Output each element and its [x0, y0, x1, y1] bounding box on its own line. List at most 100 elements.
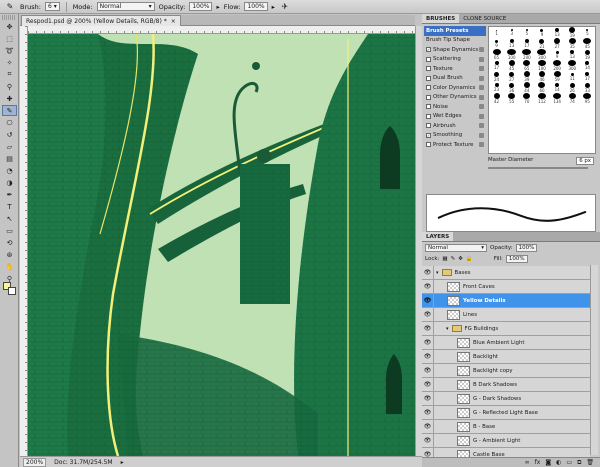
brush-preset[interactable]: 100 — [504, 49, 519, 60]
lock-icon[interactable] — [479, 47, 484, 53]
brush-preset[interactable]: 13 — [550, 27, 565, 38]
brush-preset[interactable]: 74 — [565, 93, 580, 104]
brush-preset[interactable]: 14 — [550, 82, 565, 93]
adjustment-layer-icon[interactable]: ◐ — [556, 459, 561, 466]
layer-row[interactable]: 👁 ▾ FG Buildings — [422, 321, 590, 336]
lock-icon[interactable] — [479, 75, 484, 81]
eye-icon[interactable]: 👁 — [422, 349, 434, 364]
lock-pixels-icon[interactable]: ✎ — [451, 256, 456, 262]
brush-preset[interactable]: 65 — [489, 49, 504, 60]
lock-icon[interactable] — [479, 66, 484, 72]
delete-layer-icon[interactable]: 🗑 — [586, 459, 594, 466]
brush-preset[interactable]: 1 — [489, 27, 504, 38]
brush-preset[interactable]: 23 — [489, 82, 504, 93]
flow-dropdown-icon[interactable]: ▸ — [272, 3, 275, 11]
new-layer-icon[interactable]: ⧉ — [577, 459, 581, 467]
blur-tool-icon[interactable]: ◔ — [2, 165, 17, 176]
type-tool-icon[interactable]: T — [2, 201, 17, 212]
gradient-tool-icon[interactable]: ▤ — [2, 153, 17, 164]
brush-preset[interactable]: 65 — [519, 60, 534, 71]
layer-row[interactable]: 👁 G - Dark Shadows — [422, 391, 590, 406]
lock-all-icon[interactable]: 🔒 — [466, 256, 473, 262]
lock-position-icon[interactable]: ✥ — [458, 256, 463, 262]
brush-preset[interactable]: 95 — [580, 93, 595, 104]
lock-icon[interactable] — [479, 56, 484, 62]
brush-preset[interactable]: 14 — [580, 60, 595, 71]
brush-preset[interactable]: 13 — [504, 38, 519, 49]
layer-row[interactable]: 👁 Backlight copy — [422, 363, 590, 378]
lock-icon[interactable] — [479, 132, 484, 138]
checkbox-icon[interactable] — [426, 142, 431, 148]
brush-preset[interactable]: 27 — [504, 71, 519, 82]
brush-preset[interactable]: 5 — [580, 27, 595, 38]
brush-setting-item[interactable]: Noise — [424, 102, 486, 112]
zoom-level[interactable]: 200% — [23, 457, 47, 467]
brush-preset[interactable]: 17 — [519, 38, 534, 49]
eye-icon[interactable]: 👁 — [422, 321, 434, 336]
brush-preset[interactable]: 19 — [565, 27, 580, 38]
lock-icon[interactable] — [479, 123, 484, 129]
brush-preset[interactable]: 35 — [565, 38, 580, 49]
lock-transparency-icon[interactable]: ▦ — [442, 256, 447, 262]
checkbox-icon[interactable] — [426, 113, 431, 119]
brush-preset[interactable]: 13 — [565, 49, 580, 60]
eye-icon[interactable]: 👁 — [422, 363, 434, 378]
lock-icon[interactable] — [479, 104, 484, 110]
master-diameter-slider[interactable] — [488, 167, 588, 169]
layer-row[interactable]: 👁 B Dark Shadows — [422, 377, 590, 392]
eye-icon[interactable]: 👁 — [422, 405, 434, 420]
eyedropper-tool-icon[interactable]: ⚲ — [2, 81, 17, 92]
checkbox-icon[interactable] — [426, 123, 431, 129]
checkbox-icon[interactable] — [426, 85, 431, 91]
brush-preset[interactable]: 46 — [534, 71, 549, 82]
layer-style-icon[interactable]: fx — [535, 459, 541, 466]
history-brush-tool-icon[interactable]: ↺ — [2, 129, 17, 140]
brush-setting-item[interactable]: Color Dynamics — [424, 83, 486, 93]
fill-field[interactable]: 100% — [505, 254, 528, 263]
background-color-swatch[interactable] — [8, 287, 16, 295]
brush-preset[interactable]: 9 — [534, 27, 549, 38]
vertical-ruler[interactable] — [20, 26, 28, 456]
group-expand-icon[interactable]: ▾ — [436, 270, 439, 276]
checkbox-icon[interactable] — [426, 104, 431, 110]
layer-row[interactable]: 👁 ▾ Bases — [422, 265, 590, 280]
brush-setting-item[interactable]: Dual Brush — [424, 74, 486, 84]
brush-preset[interactable]: 45 — [504, 60, 519, 71]
layer-row[interactable]: 👁 Backlight — [422, 349, 590, 364]
link-layers-icon[interactable]: ∞ — [525, 459, 530, 466]
layer-row[interactable]: 👁 Yellow Details — [422, 293, 590, 308]
brush-preset[interactable]: 112 — [534, 93, 549, 104]
brush-preset[interactable]: 300 — [565, 60, 580, 71]
document-tab[interactable]: Respod1.psd @ 200% (Yellow Details, RGB/… — [21, 15, 181, 26]
eye-icon[interactable]: 👁 — [422, 265, 434, 280]
eye-icon[interactable]: 👁 — [422, 279, 434, 294]
hand-tool-icon[interactable]: ✋ — [2, 261, 17, 272]
blend-mode-select[interactable]: Normal ▾ — [425, 243, 487, 252]
close-icon[interactable]: × — [171, 18, 176, 25]
new-group-icon[interactable]: ▭ — [566, 459, 572, 466]
eye-icon[interactable]: 👁 — [422, 377, 434, 392]
brush-preset[interactable]: 19 — [580, 49, 595, 60]
marquee-tool-icon[interactable]: ⬚ — [2, 33, 17, 44]
brush-preset[interactable]: 3 — [504, 27, 519, 38]
tab-brushes[interactable]: BRUSHES — [422, 14, 460, 23]
brush-preset[interactable]: 300 — [534, 49, 549, 60]
brush-preset[interactable]: 200 — [550, 60, 565, 71]
vertical-scrollbar[interactable] — [415, 26, 422, 456]
brush-preset[interactable]: 9 — [489, 38, 504, 49]
layer-row[interactable]: 👁 G - Reflected Light Base — [422, 405, 590, 420]
brush-tool-icon[interactable]: ✎ — [2, 105, 17, 116]
dodge-tool-icon[interactable]: ◑ — [2, 177, 17, 188]
brush-tool-icon[interactable]: ✎ — [4, 2, 16, 12]
checkbox-icon[interactable] — [426, 94, 431, 100]
brush-setting-item[interactable]: Other Dynamics — [424, 93, 486, 103]
brush-setting-item[interactable]: ✓ Smoothing — [424, 131, 486, 141]
brush-setting-item[interactable]: Brush Presets — [424, 26, 486, 36]
brush-preset[interactable]: 33 — [580, 82, 595, 93]
brush-preset[interactable]: 26 — [565, 82, 580, 93]
tab-layers[interactable]: LAYERS — [422, 232, 454, 241]
flow-field[interactable]: 100% — [244, 2, 268, 11]
brush-preset[interactable]: 36 — [504, 82, 519, 93]
3d-orbit-tool-icon[interactable]: ⊛ — [2, 249, 17, 260]
brush-setting-item[interactable]: Scattering — [424, 55, 486, 65]
